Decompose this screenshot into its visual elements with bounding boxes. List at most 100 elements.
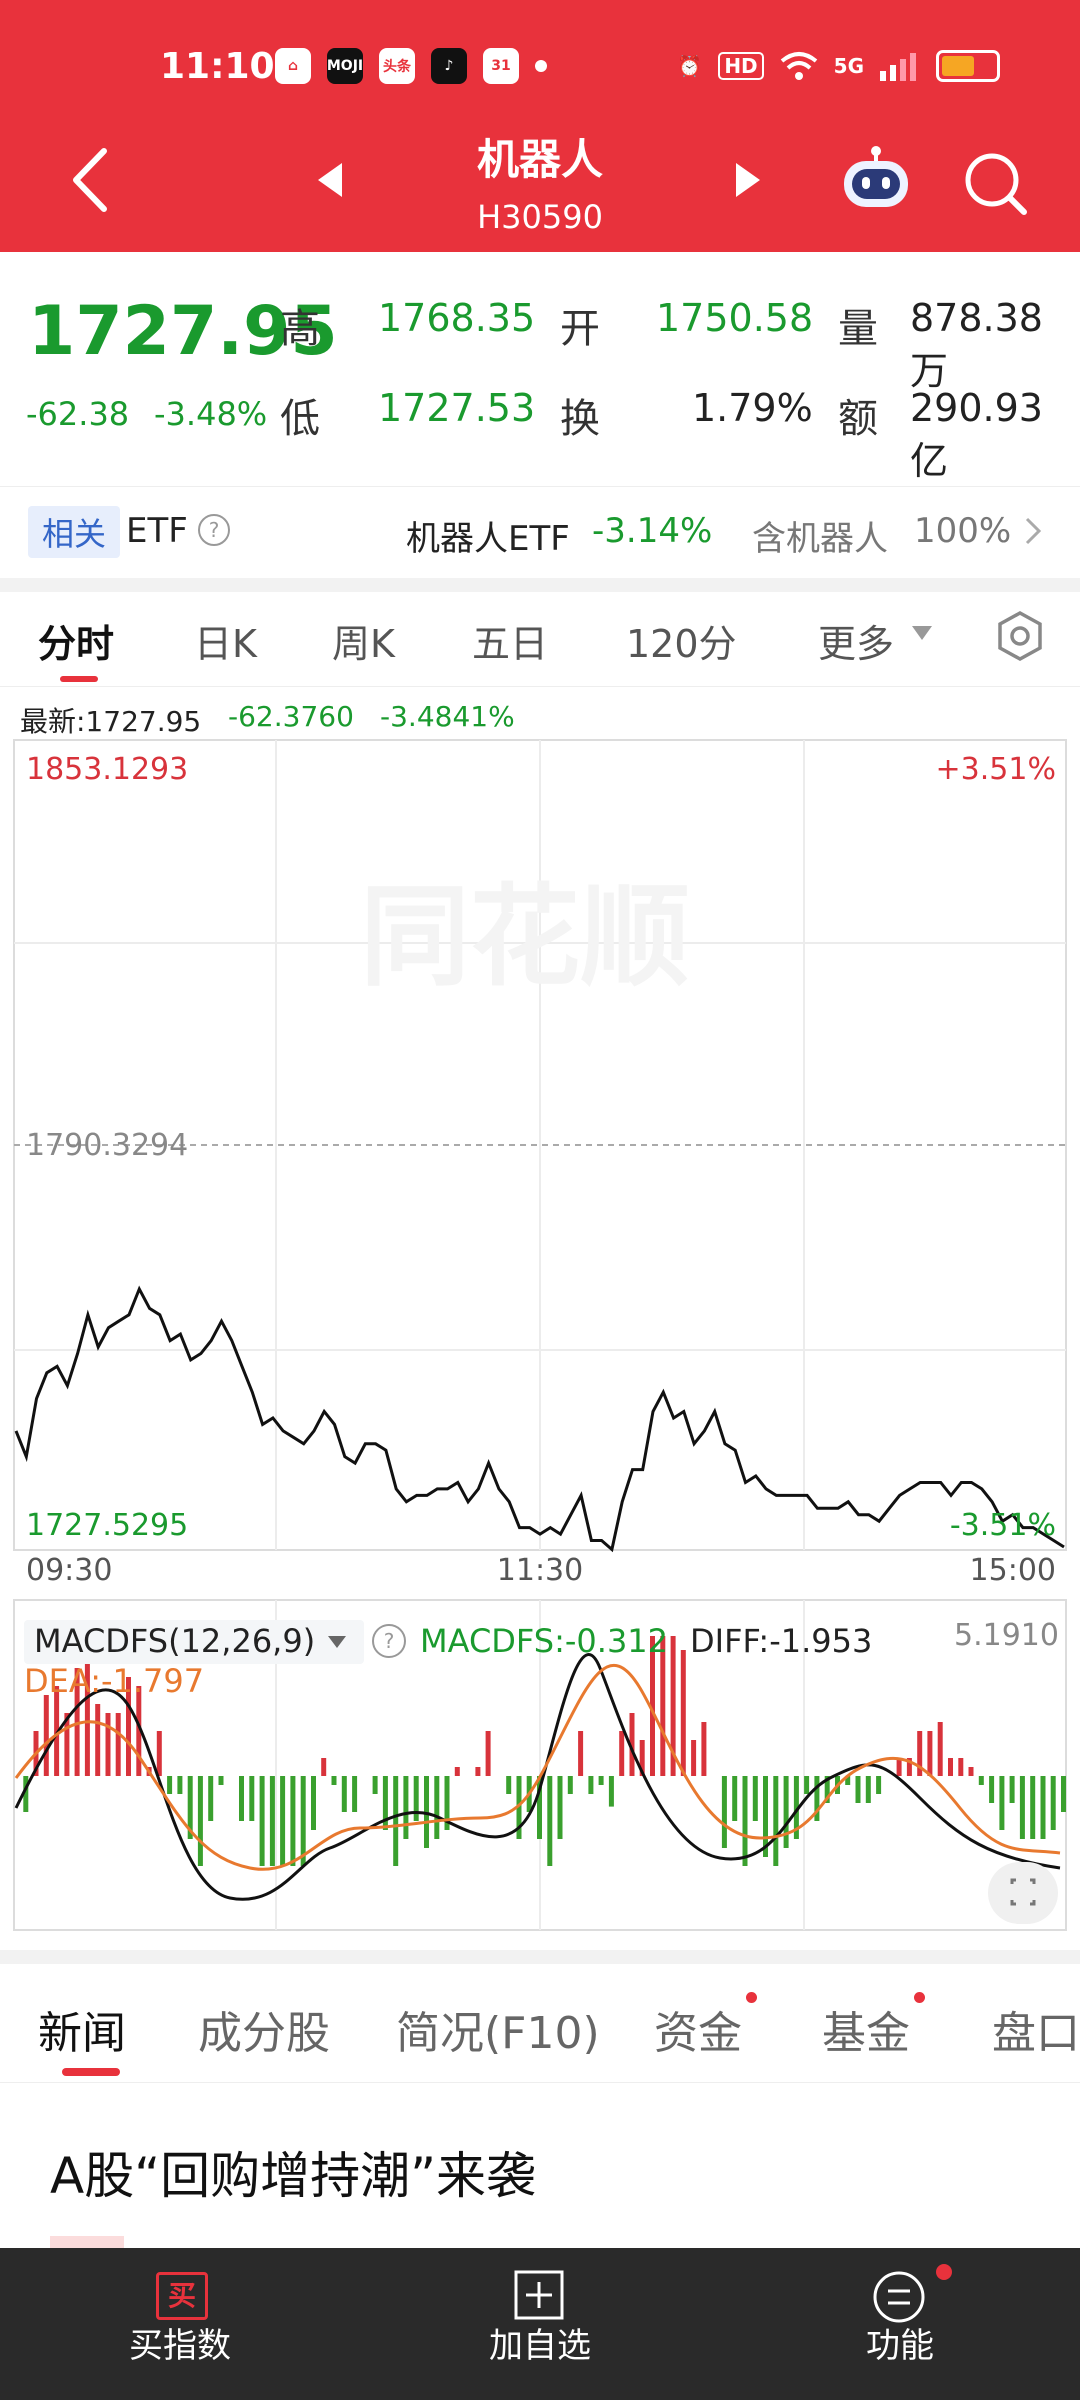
etf-contains: 含机器人 [752, 519, 888, 559]
tab-intraday[interactable]: 分时 [38, 613, 114, 668]
amount-value: 290.93亿 [910, 386, 1043, 483]
macd-bar [280, 1776, 286, 1866]
tiktok-app-icon: ♪ [431, 48, 467, 84]
x-tick-noon: 11:30 [497, 1553, 583, 1585]
tab-order-book[interactable]: 盘口 [992, 1997, 1080, 2061]
macd-bar [454, 1767, 460, 1776]
news-headline[interactable]: A股“回购增持潮”来袭 [50, 2136, 536, 2208]
active-tab-indicator [60, 676, 98, 682]
macdfs-value: MACDFS:-0.312 [420, 1622, 669, 1660]
function-badge-dot [936, 2264, 952, 2280]
moji-app-icon: MOJI [327, 48, 363, 84]
macd-bar [978, 1776, 984, 1785]
news-divider [0, 2082, 1080, 2083]
tabs-divider [0, 686, 1080, 687]
volume-value: 878.38万 [910, 296, 1043, 393]
macd-bar [567, 1776, 573, 1794]
tab-daily-k[interactable]: 日K [194, 613, 257, 668]
add-watchlist-icon [514, 2270, 564, 2320]
macd-bar [896, 1758, 902, 1776]
macd-bar [958, 1758, 964, 1776]
index-code: H30590 [477, 198, 603, 236]
macd-bar [783, 1776, 789, 1848]
macd-bar [341, 1776, 347, 1812]
intraday-chart[interactable]: 同花顺 1853.1293 +3.51% 1790.3294 1727.5295… [0, 735, 1080, 1585]
macd-bar [434, 1776, 440, 1839]
tab-news[interactable]: 新闻 [38, 1997, 126, 2061]
buy-index-button[interactable]: 买指数 [80, 2318, 280, 2367]
macd-bar [105, 1713, 111, 1776]
section-divider-2 [0, 1950, 1080, 1964]
wifi-icon [780, 52, 817, 80]
axis-top-pct: +3.51% [936, 752, 1056, 787]
expand-chart-button[interactable] [988, 1862, 1058, 1924]
tab-constituents[interactable]: 成分股 [198, 1997, 330, 2061]
macd-bar [115, 1713, 121, 1776]
macd-help-icon[interactable]: ? [372, 1624, 406, 1658]
macd-bar [311, 1776, 316, 1830]
dea-value: DEA:-1.797 [24, 1662, 205, 1700]
low-label: 低 [280, 396, 320, 442]
macd-bar [269, 1776, 275, 1866]
macd-bar [485, 1731, 491, 1776]
tab-120min[interactable]: 120分 [626, 613, 737, 668]
function-button[interactable]: 功能 [800, 2318, 1000, 2367]
macd-bar [1030, 1776, 1036, 1839]
macd-bar [1009, 1776, 1015, 1803]
tab-funds[interactable]: 资金 [654, 1997, 742, 2061]
hd-icon: HD [718, 52, 764, 80]
macd-bar [968, 1767, 974, 1776]
settings-icon[interactable] [994, 610, 1046, 662]
tab-f10[interactable]: 简况(F10) [396, 1997, 600, 2061]
macd-bar [197, 1776, 203, 1866]
next-stock-icon[interactable] [736, 163, 760, 197]
tab-more[interactable]: 更多 [818, 613, 894, 668]
macd-bar [855, 1776, 861, 1803]
section-divider [0, 578, 1080, 592]
menu-icon [873, 2271, 925, 2323]
macd-bar [393, 1776, 399, 1866]
etf-name: 机器人ETF [406, 519, 570, 559]
macd-bar [804, 1776, 810, 1794]
macd-bar [547, 1776, 553, 1866]
macd-bar [691, 1740, 697, 1776]
high-value: 1768.35 [378, 296, 536, 340]
macd-bar [948, 1758, 953, 1776]
macd-bar [167, 1776, 173, 1794]
x-tick-close: 15:00 [970, 1553, 1056, 1585]
axis-bottom-pct: -3.51% [950, 1508, 1056, 1543]
x-tick-open: 09:30 [26, 1553, 112, 1585]
tab-five-day[interactable]: 五日 [472, 613, 548, 668]
macd-bar [557, 1776, 563, 1839]
macd-bar [239, 1776, 244, 1821]
macd-bar [876, 1776, 882, 1794]
macd-bar [403, 1776, 409, 1839]
macd-bar [773, 1776, 779, 1866]
macd-bar [413, 1776, 419, 1821]
add-watchlist-button[interactable]: 加自选 [440, 2318, 640, 2367]
macd-bar [249, 1776, 255, 1821]
turnover-value: 1.79% [692, 386, 813, 430]
turnover-label: 换 [560, 396, 600, 442]
news-source-tag [50, 2236, 124, 2248]
tab-fund[interactable]: 基金 [822, 1997, 910, 2061]
price-change-pct: -3.48% [154, 395, 268, 433]
macd-bar [331, 1776, 337, 1785]
macd-bar [865, 1776, 871, 1803]
volume-label: 量 [838, 306, 878, 352]
macd-bar [927, 1731, 933, 1776]
macd-bar [259, 1776, 265, 1866]
macd-bar [1019, 1776, 1025, 1839]
help-icon[interactable]: ? [198, 514, 230, 546]
expand-icon [1010, 1878, 1036, 1906]
chevron-right-icon[interactable] [1024, 516, 1042, 546]
tab-weekly-k[interactable]: 周K [332, 613, 395, 668]
status-app-icons: ⌂ MOJI 头条 ♪ 31 [275, 48, 547, 84]
macd-bar [598, 1776, 604, 1785]
watermark-logo: 同花顺 [360, 873, 690, 1001]
axis-top-price: 1853.1293 [26, 752, 188, 787]
macd-bar [177, 1776, 183, 1794]
robot-assistant-icon[interactable] [840, 145, 912, 211]
search-icon[interactable] [962, 150, 1028, 216]
macd-bar [156, 1731, 162, 1776]
